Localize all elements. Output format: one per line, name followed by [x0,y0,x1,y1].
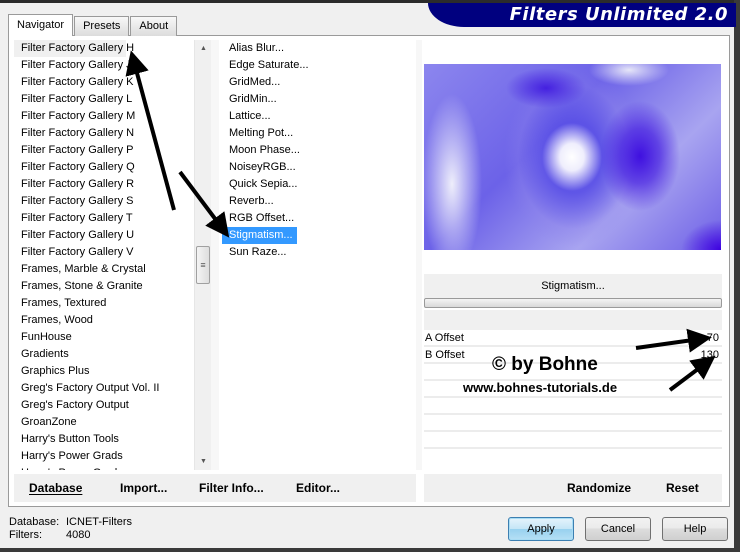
progress-bar [424,298,722,308]
watermark-url: www.bohnes-tutorials.de [463,380,618,395]
category-list-item[interactable]: Filter Factory Gallery T [14,210,194,227]
category-list-item[interactable]: Frames, Stone & Granite [14,278,194,295]
filter-list-item[interactable]: Moon Phase... [222,142,304,159]
category-list-item[interactable]: Filter Factory Gallery S [14,193,194,210]
filter-list-item[interactable]: Reverb... [222,193,278,210]
parameter-row-empty [424,398,722,415]
filter-list[interactable]: Alias Blur... Edge Saturate... GridMed... G… [222,40,416,470]
category-list-item[interactable]: Filter Factory Gallery K [14,74,194,91]
parameter-label: B Offset [425,349,465,361]
database-button-label: Database [29,481,83,495]
parameter-list: A Offset 70 B Offset 130 [424,330,722,466]
watermark-copyright: © by Bohne [492,354,598,375]
filter-list-item[interactable]: Lattice... [222,108,275,125]
category-list-item[interactable]: Frames, Textured [14,295,194,312]
parameter-button-bar: Randomize Reset [424,474,722,502]
parameter-row-empty [424,432,722,449]
category-list-item[interactable]: FunHouse [14,329,194,346]
tab-about[interactable]: About [130,16,178,36]
editor-button[interactable]: Editor... [296,474,340,502]
filter-list-item[interactable]: RGB Offset... [222,210,298,227]
parameter-label: A Offset [425,332,464,344]
category-list-item[interactable]: Frames, Wood [14,312,194,329]
category-list-item[interactable]: Greg's Factory Output Vol. II [14,380,194,397]
navigator-button-bar: Database Import... Filter Info... Editor… [14,474,416,502]
filter-list-item[interactable]: Melting Pot... [222,125,297,142]
parameter-row-empty [424,449,722,466]
category-list-item[interactable]: Filter Factory Gallery P [14,142,194,159]
category-list-item[interactable]: Graphics Plus [14,363,194,380]
category-list-item[interactable]: Filter Factory Gallery H [14,40,134,57]
import-button[interactable]: Import... [120,474,167,502]
status-info: Database: ICNET-Filters Filters: 4080 [9,516,132,542]
list-separator [416,40,422,470]
category-list-item[interactable]: Frames, Marble & Crystal [14,261,194,278]
category-list-item[interactable]: Harry's Power Grads [14,448,194,465]
cancel-button[interactable]: Cancel [585,517,651,541]
apply-button[interactable]: Apply [508,517,574,541]
tab-presets[interactable]: Presets [74,16,130,36]
category-list[interactable]: Filter Factory Gallery H Filter Factory G… [14,40,194,470]
category-list-item[interactable]: Filter Factory Gallery Q [14,159,194,176]
database-value: ICNET-Filters [66,516,132,528]
tab-bar: Navigator Presets About [8,14,178,36]
category-list-scrollbar[interactable]: ▲ ≡ ▼ [194,40,211,470]
parameter-row-a-offset[interactable]: A Offset 70 [424,330,722,347]
category-list-item[interactable]: Greg's Factory Output [14,397,194,414]
reset-button[interactable]: Reset [666,474,699,502]
category-list-item[interactable]: Gradients [14,346,194,363]
filters-count-value: 4080 [66,529,91,541]
filter-list-item[interactable]: GridMin... [222,91,281,108]
category-list-item[interactable]: GroanZone [14,414,194,431]
category-list-item[interactable]: Filter Factory Gallery R [14,176,194,193]
scroll-up-arrow-icon[interactable]: ▲ [195,40,212,57]
category-list-item[interactable]: Filter Factory Gallery N [14,125,194,142]
parameter-value[interactable]: 130 [701,347,719,363]
filter-list-item-selected[interactable]: Stigmatism... [222,227,297,244]
app-title-banner: Filters Unlimited 2.0 [428,3,736,27]
filter-list-item[interactable]: NoiseyRGB... [222,159,300,176]
database-label: Database: [9,516,60,528]
category-list-item[interactable]: Filter Factory Gallery V [14,244,194,261]
parameters-header [424,310,722,330]
filter-info-button[interactable]: Filter Info... [199,474,264,502]
category-list-item[interactable]: Harry's Button Tools [14,431,194,448]
selected-filter-name: Stigmatism... [424,274,722,298]
parameter-value[interactable]: 70 [707,330,719,346]
window-bottom-border [0,548,740,552]
filters-count-label: Filters: [9,529,42,541]
category-list-item[interactable]: Filter Factory Gallery L [14,91,194,108]
tab-navigator[interactable]: Navigator [8,14,74,36]
database-button[interactable]: Database [29,474,82,502]
scrollbar-thumb[interactable]: ≡ [196,246,210,284]
scroll-down-arrow-icon[interactable]: ▼ [195,453,212,470]
filter-list-item[interactable]: Alias Blur... [222,40,288,57]
window-right-border [734,0,740,552]
filter-list-item[interactable]: Sun Raze... [222,244,290,261]
filter-list-item[interactable]: GridMed... [222,74,284,91]
category-list-item[interactable]: Filter Factory Gallery U [14,227,194,244]
category-list-item[interactable]: Filter Factory Gallery M [14,108,194,125]
list-separator [211,40,219,470]
filter-list-item[interactable]: Edge Saturate... [222,57,313,74]
category-list-item[interactable]: Harry's Power Grads [14,465,194,470]
filter-preview-image[interactable] [424,64,721,250]
randomize-button[interactable]: Randomize [567,474,631,502]
filter-list-item[interactable]: Quick Sepia... [222,176,301,193]
category-list-item[interactable]: Filter Factory Gallery J [14,57,194,74]
parameter-row-empty [424,415,722,432]
help-button[interactable]: Help [662,517,728,541]
